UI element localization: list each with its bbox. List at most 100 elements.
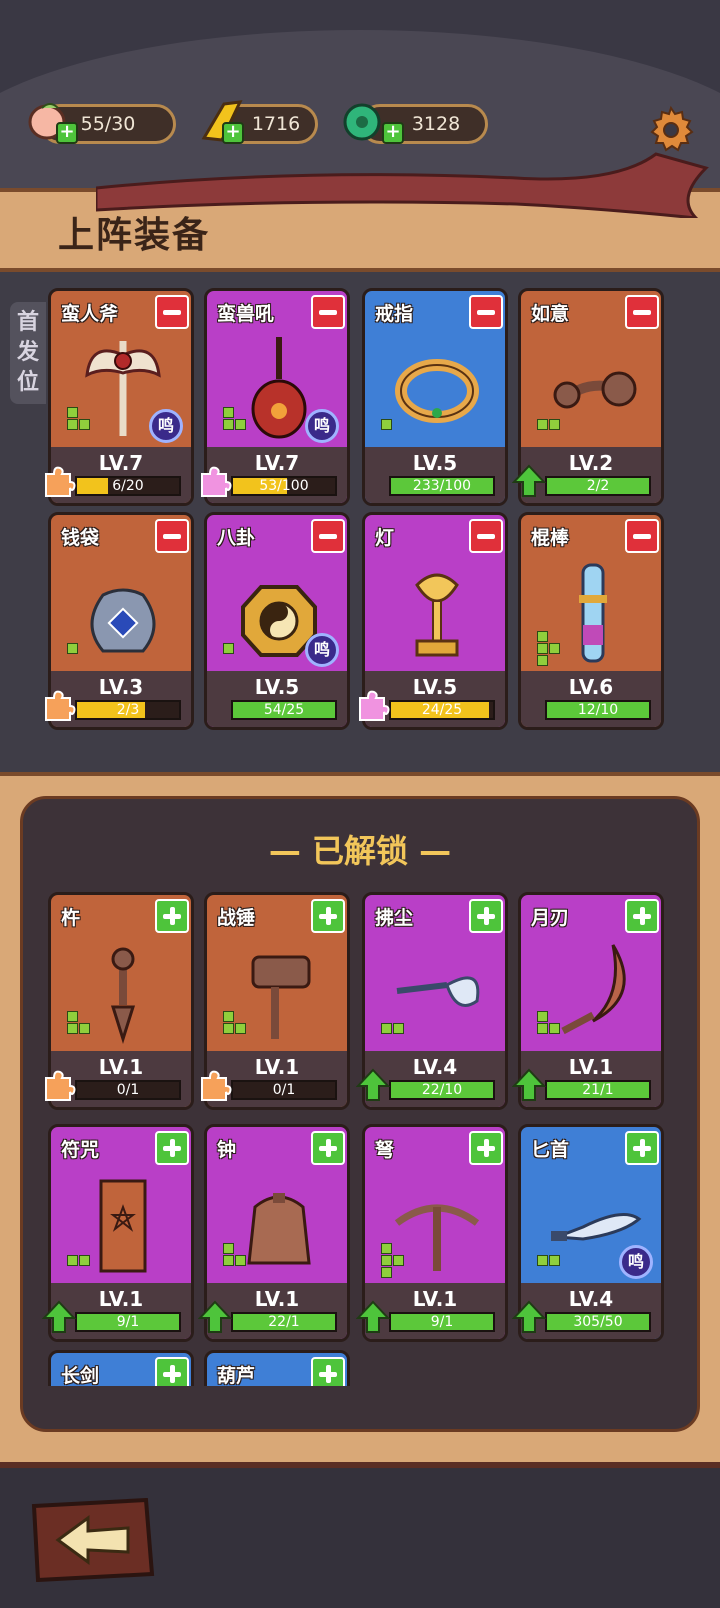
unlocked-partial-card[interactable]: 葫芦 bbox=[204, 1350, 350, 1386]
unequip-button[interactable] bbox=[311, 295, 345, 329]
upgrade-arrow-icon bbox=[356, 1300, 390, 1333]
upgrade-arrow-icon bbox=[512, 1300, 546, 1333]
progress-text: 233/100 bbox=[412, 478, 472, 494]
progress-bar: 6/20 bbox=[75, 476, 181, 496]
equip-button[interactable] bbox=[469, 1131, 503, 1165]
progress-bar: 2/3 bbox=[75, 700, 181, 720]
item-name: 蛮兽吼 bbox=[217, 303, 275, 325]
equip-button[interactable] bbox=[625, 1131, 659, 1165]
progress-text: 53/100 bbox=[259, 478, 309, 494]
level-label: LV.5 bbox=[254, 675, 300, 699]
item-name: 杵 bbox=[61, 907, 81, 929]
upgrade-arrow-icon bbox=[512, 1068, 546, 1101]
shape-blocks bbox=[537, 383, 567, 443]
progress-bar: 12/10 bbox=[545, 700, 651, 720]
unlocked-partial-card[interactable]: 长剑 bbox=[48, 1350, 194, 1386]
equipped-card[interactable]: 八卦鸣 LV.5 54/25 bbox=[204, 512, 350, 730]
level-label: LV.6 bbox=[568, 675, 614, 699]
progress-text: 9/1 bbox=[116, 1314, 140, 1330]
unequip-button[interactable] bbox=[155, 295, 189, 329]
unequip-button[interactable] bbox=[469, 519, 503, 553]
shape-blocks bbox=[537, 987, 567, 1047]
tab-first-slot[interactable]: 首 发 位 bbox=[10, 302, 46, 404]
puzzle-piece-icon bbox=[45, 466, 76, 497]
equip-button[interactable] bbox=[311, 1357, 345, 1386]
resource-gold-value: 1716 bbox=[251, 113, 301, 135]
resonance-badge: 鸣 bbox=[619, 1245, 653, 1279]
page-title: 上阵装备 bbox=[58, 215, 211, 256]
upgrade-arrow-icon bbox=[512, 464, 546, 497]
progress-text: 12/10 bbox=[577, 702, 619, 718]
equip-button[interactable] bbox=[155, 1357, 189, 1386]
equipped-card[interactable]: 戒指 LV.5 233/100 bbox=[362, 288, 508, 506]
item-name: 钱袋 bbox=[61, 527, 100, 549]
resonance-badge: 鸣 bbox=[305, 633, 339, 667]
progress-text: 21/1 bbox=[582, 1082, 614, 1098]
tab-first-slot-char-2: 发 bbox=[16, 340, 39, 365]
item-name: 符咒 bbox=[61, 1139, 100, 1161]
equip-button[interactable] bbox=[625, 899, 659, 933]
equipped-card[interactable]: 棍棒 LV.6 12/10 bbox=[518, 512, 664, 730]
item-name: 葫芦 bbox=[217, 1365, 256, 1386]
unequip-button[interactable] bbox=[155, 519, 189, 553]
resonance-badge: 鸣 bbox=[149, 409, 183, 443]
equip-button[interactable] bbox=[311, 1131, 345, 1165]
progress-bar: 0/1 bbox=[231, 1080, 337, 1100]
unequip-button[interactable] bbox=[625, 295, 659, 329]
progress-text: 0/1 bbox=[116, 1082, 140, 1098]
item-name: 八卦 bbox=[217, 527, 256, 549]
shape-blocks bbox=[537, 607, 567, 667]
progress-text: 2/3 bbox=[116, 702, 140, 718]
progress-bar: 53/100 bbox=[231, 476, 337, 496]
progress-text: 22/1 bbox=[268, 1314, 300, 1330]
progress-bar: 54/25 bbox=[231, 700, 337, 720]
puzzle-piece-icon bbox=[45, 1070, 76, 1101]
puzzle-piece-icon bbox=[201, 1070, 232, 1101]
item-name: 钟 bbox=[217, 1139, 237, 1161]
item-name: 拂尘 bbox=[375, 907, 414, 929]
progress-bar: 305/50 bbox=[545, 1312, 651, 1332]
unlocked-overflow-row: 长剑 葫芦 bbox=[24, 1330, 696, 1386]
item-name: 灯 bbox=[375, 527, 395, 549]
item-name: 匕首 bbox=[531, 1139, 570, 1161]
shape-blocks bbox=[67, 1219, 97, 1279]
progress-bar: 22/10 bbox=[389, 1080, 495, 1100]
unequip-button[interactable] bbox=[625, 519, 659, 553]
add-gold-button[interactable]: + bbox=[222, 122, 244, 144]
shape-blocks bbox=[381, 1219, 411, 1279]
item-name: 如意 bbox=[531, 303, 570, 325]
upgrade-arrow-icon bbox=[198, 1300, 232, 1333]
equip-button[interactable] bbox=[469, 899, 503, 933]
unequip-button[interactable] bbox=[311, 519, 345, 553]
resonance-badge: 鸣 bbox=[305, 409, 339, 443]
equip-button[interactable] bbox=[155, 1131, 189, 1165]
unequip-button[interactable] bbox=[469, 295, 503, 329]
shape-blocks bbox=[223, 383, 253, 443]
level-label: LV.5 bbox=[412, 451, 458, 475]
progress-bar: 9/1 bbox=[75, 1312, 181, 1332]
equip-button[interactable] bbox=[155, 899, 189, 933]
back-arrow-icon[interactable] bbox=[28, 1498, 158, 1582]
progress-text: 22/10 bbox=[421, 1082, 463, 1098]
shape-blocks bbox=[67, 383, 97, 443]
tab-first-slot-char-1: 首 bbox=[16, 310, 39, 335]
progress-bar: 233/100 bbox=[389, 476, 495, 496]
add-jade-button[interactable]: + bbox=[382, 122, 404, 144]
progress-bar: 21/1 bbox=[545, 1080, 651, 1100]
progress-bar: 24/25 bbox=[389, 700, 495, 720]
upgrade-arrow-icon bbox=[356, 1068, 390, 1101]
progress-text: 6/20 bbox=[112, 478, 144, 494]
shape-blocks bbox=[381, 383, 411, 443]
add-peach-button[interactable]: + bbox=[56, 122, 78, 144]
puzzle-piece-icon bbox=[201, 466, 232, 497]
gear-icon[interactable] bbox=[646, 104, 696, 154]
progress-text: 9/1 bbox=[430, 1314, 454, 1330]
progress-text: 2/2 bbox=[586, 478, 610, 494]
equip-button[interactable] bbox=[311, 899, 345, 933]
unlocked-title: — 已解锁 — bbox=[268, 832, 452, 870]
progress-bar: 9/1 bbox=[389, 1312, 495, 1332]
shape-blocks bbox=[67, 607, 97, 667]
progress-text: 54/25 bbox=[263, 702, 305, 718]
item-name: 长剑 bbox=[61, 1365, 100, 1386]
puzzle-piece-icon bbox=[359, 690, 390, 721]
